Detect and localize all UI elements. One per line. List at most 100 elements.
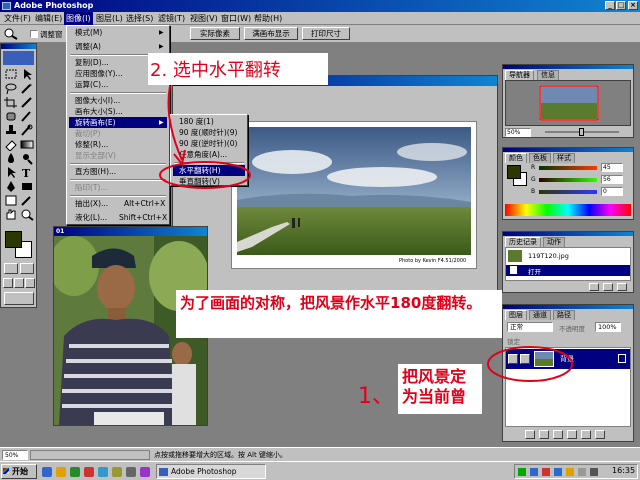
navigator-zoom-thumb[interactable] bbox=[579, 128, 584, 136]
slice-tool-icon[interactable] bbox=[19, 96, 35, 109]
quicklaunch-icon-2[interactable] bbox=[56, 467, 66, 477]
menu-help[interactable]: 帮助(H) bbox=[252, 12, 284, 25]
menu-filter[interactable]: 滤镜(T) bbox=[156, 12, 187, 25]
landscape-canvas[interactable]: Photo by Kevin F4.51/2000 bbox=[231, 121, 477, 269]
layer-style-icon[interactable] bbox=[525, 430, 535, 439]
blur-tool-icon[interactable] bbox=[3, 152, 19, 165]
channel-b-slider[interactable] bbox=[539, 190, 597, 194]
menu-item-histogram[interactable]: 直方图(H)... bbox=[69, 166, 167, 177]
adjustment-layer-icon[interactable] bbox=[567, 430, 577, 439]
close-button[interactable]: × bbox=[628, 1, 638, 10]
menu-item-extract[interactable]: 抽出(X)... Alt+Ctrl+X bbox=[69, 198, 167, 209]
channel-r-slider[interactable] bbox=[539, 166, 597, 170]
menu-item-rotate-canvas[interactable]: 旋转画布(E) bbox=[69, 117, 167, 128]
menu-item-adjust[interactable]: 调整(A) bbox=[69, 41, 167, 52]
quicklaunch-icon-7[interactable] bbox=[126, 467, 136, 477]
menu-select[interactable]: 选择(S) bbox=[124, 12, 155, 25]
tab-layers[interactable]: 图层 bbox=[505, 310, 527, 320]
gradient-tool-icon[interactable] bbox=[19, 138, 35, 151]
print-size-button[interactable]: 打印尺寸 bbox=[302, 27, 350, 40]
history-brush-tool-icon[interactable] bbox=[19, 124, 35, 137]
channel-g-value[interactable]: 56 bbox=[601, 175, 623, 184]
brush-tool-icon[interactable] bbox=[19, 110, 35, 123]
tab-swatches[interactable]: 色板 bbox=[529, 153, 551, 163]
quicklaunch-icon-6[interactable] bbox=[112, 467, 122, 477]
move-tool-icon[interactable] bbox=[19, 68, 35, 81]
new-layer-icon[interactable] bbox=[581, 430, 591, 439]
tray-icon-1[interactable] bbox=[518, 468, 526, 476]
clone-stamp-tool-icon[interactable] bbox=[3, 124, 19, 137]
crop-tool-icon[interactable] bbox=[3, 96, 19, 109]
shape-tool-icon[interactable] bbox=[19, 180, 35, 193]
eyedropper-tool-icon[interactable] bbox=[19, 194, 35, 207]
type-tool-icon[interactable]: T bbox=[19, 166, 35, 179]
magic-wand-tool-icon[interactable]: * bbox=[19, 82, 35, 95]
history-snapshot-name[interactable]: 119T120.jpg bbox=[528, 252, 569, 260]
tab-history[interactable]: 历史记录 bbox=[505, 237, 541, 247]
tab-channels[interactable]: 通道 bbox=[529, 310, 551, 320]
notes-tool-icon[interactable] bbox=[3, 194, 19, 207]
quick-mask-icon[interactable] bbox=[20, 263, 34, 274]
pen-tool-icon[interactable] bbox=[3, 180, 19, 193]
tray-icon-4[interactable] bbox=[554, 468, 562, 476]
history-snapshot-thumbnail[interactable] bbox=[508, 250, 522, 262]
menu-layer[interactable]: 图层(L) bbox=[94, 12, 125, 25]
foreground-color-front[interactable] bbox=[5, 231, 22, 248]
tray-icon-5[interactable] bbox=[566, 468, 574, 476]
channel-r-value[interactable]: 45 bbox=[601, 163, 623, 172]
screen-mode-2-icon[interactable] bbox=[14, 278, 24, 288]
quicklaunch-icon-1[interactable] bbox=[42, 467, 52, 477]
layer-set-icon[interactable] bbox=[553, 430, 563, 439]
dodge-tool-icon[interactable] bbox=[19, 152, 35, 165]
new-snapshot-icon[interactable] bbox=[603, 283, 613, 291]
history-step-row[interactable]: 打开 bbox=[506, 265, 630, 276]
tab-info[interactable]: 信息 bbox=[537, 70, 559, 80]
quicklaunch-icon-5[interactable] bbox=[98, 467, 108, 477]
hand-tool-icon[interactable] bbox=[3, 208, 19, 221]
menu-item-trim[interactable]: 修整(R)... bbox=[69, 139, 167, 150]
screen-mode-1-icon[interactable] bbox=[3, 278, 13, 288]
channel-g-slider[interactable] bbox=[539, 178, 597, 182]
screen-mode-3-icon[interactable] bbox=[25, 278, 35, 288]
menu-item-canvas-size[interactable]: 画布大小(S)... bbox=[69, 106, 167, 117]
menu-window[interactable]: 窗口(W) bbox=[219, 12, 253, 25]
tab-styles[interactable]: 样式 bbox=[553, 153, 575, 163]
tab-color[interactable]: 颜色 bbox=[505, 153, 527, 163]
quicklaunch-icon-3[interactable] bbox=[70, 467, 80, 477]
taskbar-photoshop-button[interactable]: Adobe Photoshop bbox=[156, 464, 266, 479]
trash-icon[interactable] bbox=[617, 283, 627, 291]
lasso-tool-icon[interactable] bbox=[3, 82, 19, 95]
fit-on-screen-button[interactable]: 满画布显示 bbox=[244, 27, 298, 40]
color-spectrum-bar[interactable] bbox=[505, 204, 631, 216]
new-document-icon[interactable] bbox=[589, 283, 599, 291]
menu-image[interactable]: 图像(I) bbox=[64, 12, 93, 25]
photoshop-eye-icon[interactable] bbox=[3, 51, 34, 65]
channel-b-value[interactable]: 0 bbox=[601, 187, 623, 196]
layer-mask-icon[interactable] bbox=[539, 430, 549, 439]
standard-mode-icon[interactable] bbox=[4, 263, 18, 274]
menu-item-liquify[interactable]: 液化(L)... Shift+Ctrl+X bbox=[69, 212, 167, 223]
speaker-icon[interactable] bbox=[578, 468, 586, 476]
tab-paths[interactable]: 路径 bbox=[553, 310, 575, 320]
tray-icon-7[interactable] bbox=[590, 468, 598, 476]
tray-icon-2[interactable] bbox=[530, 468, 538, 476]
delete-layer-icon[interactable] bbox=[595, 430, 605, 439]
tray-icon-3[interactable] bbox=[542, 468, 550, 476]
jump-to-imageready-icon[interactable] bbox=[4, 292, 34, 305]
resize-window-checkbox[interactable] bbox=[30, 30, 38, 38]
quicklaunch-icon-8[interactable] bbox=[140, 467, 150, 477]
color-foreground-front[interactable] bbox=[507, 165, 521, 179]
navigator-preview[interactable] bbox=[505, 80, 631, 126]
healing-brush-tool-icon[interactable] bbox=[3, 110, 19, 123]
marquee-tool-icon[interactable] bbox=[3, 68, 19, 81]
status-doc-info[interactable] bbox=[30, 450, 150, 460]
status-zoom[interactable]: 50% bbox=[2, 450, 28, 460]
tab-navigator[interactable]: 导航器 bbox=[505, 70, 534, 80]
menu-file[interactable]: 文件(F) bbox=[2, 12, 33, 25]
tab-actions[interactable]: 动作 bbox=[543, 237, 565, 247]
maximize-button[interactable]: □ bbox=[616, 1, 626, 10]
minimize-button[interactable]: _ bbox=[605, 1, 615, 10]
blend-mode-select[interactable]: 正常 bbox=[507, 322, 553, 332]
navigator-zoom-field[interactable]: 50% bbox=[505, 128, 531, 137]
opacity-field[interactable]: 100% bbox=[595, 322, 621, 332]
